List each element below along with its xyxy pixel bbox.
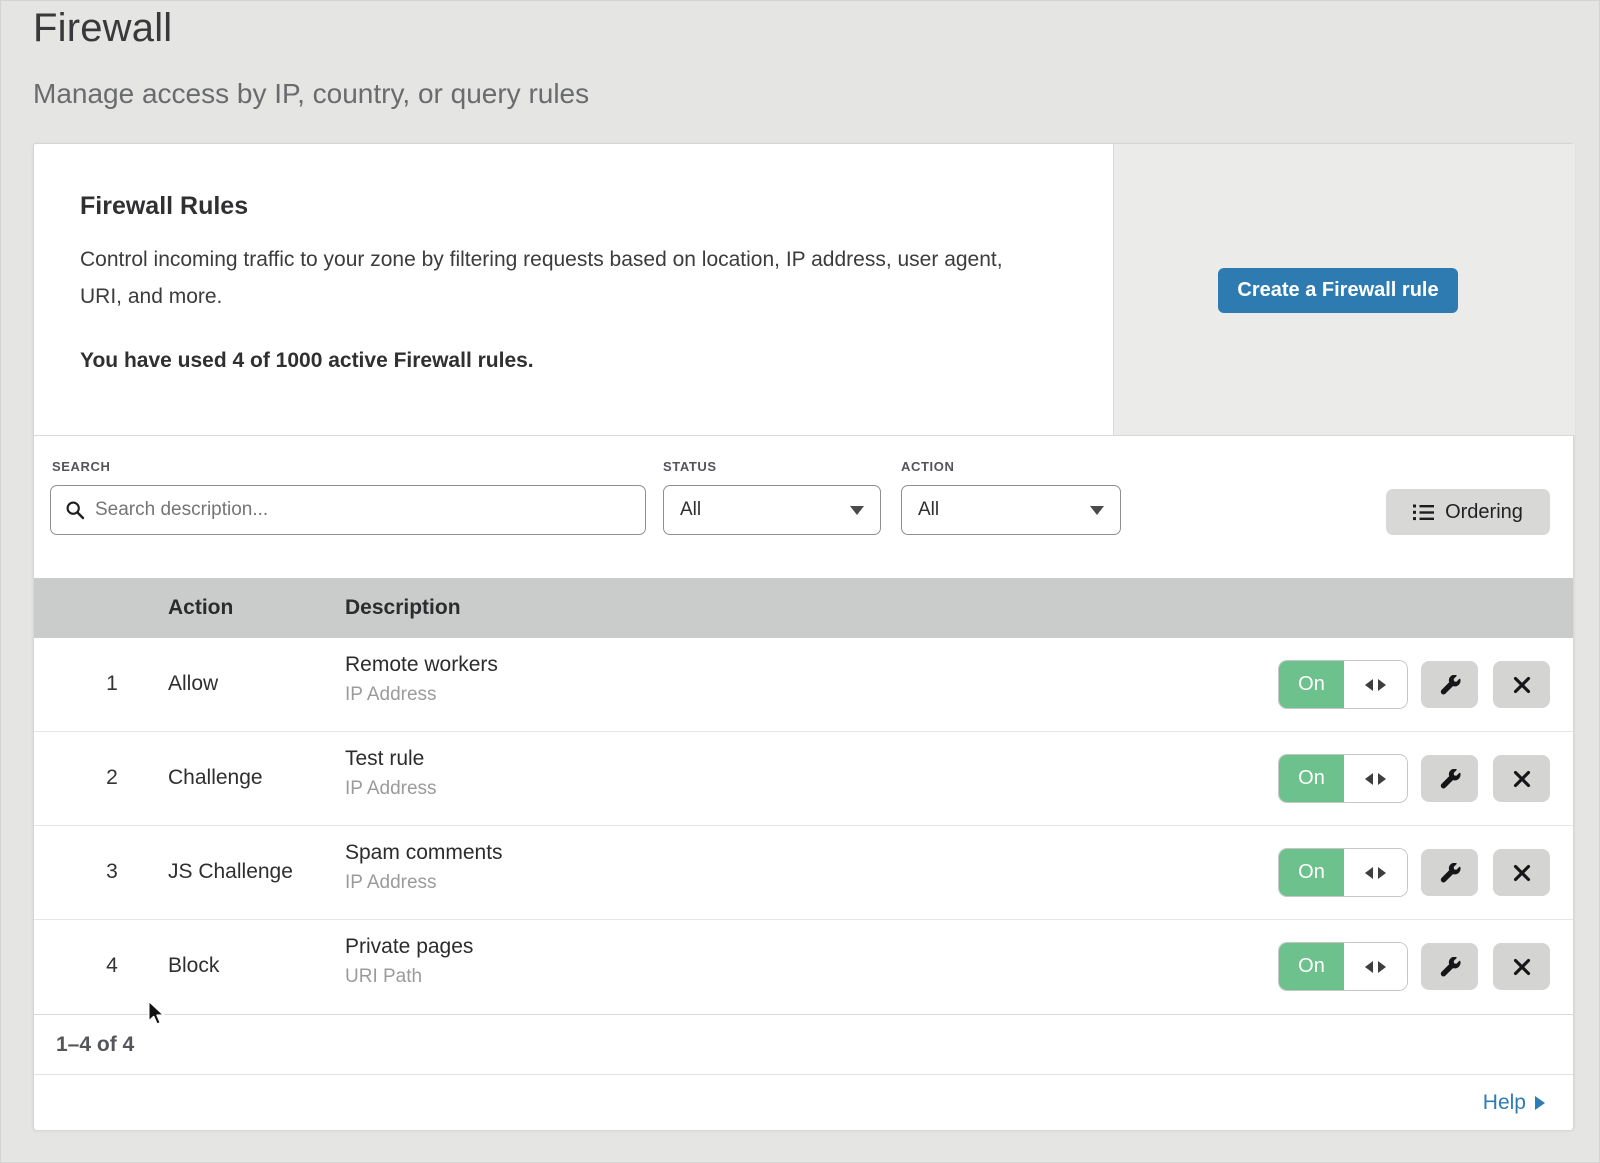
rule-description: Remote workers xyxy=(345,653,498,677)
edit-rule-button[interactable] xyxy=(1421,849,1478,896)
rule-description: Test rule xyxy=(345,747,437,771)
rule-description: Private pages xyxy=(345,935,473,959)
ordering-button[interactable]: Ordering xyxy=(1386,489,1550,535)
search-input[interactable] xyxy=(95,499,631,521)
rule-priority: 3 xyxy=(98,860,126,884)
action-label: ACTION xyxy=(901,459,954,474)
help-link-label: Help xyxy=(1483,1091,1526,1115)
arrow-left-icon xyxy=(1365,773,1373,785)
rule-description-cell: Private pages URI Path xyxy=(345,935,473,988)
firewall-page: Firewall Manage access by IP, country, o… xyxy=(0,0,1600,1163)
close-icon xyxy=(1513,770,1531,788)
search-icon xyxy=(65,500,85,520)
wrench-icon xyxy=(1439,957,1461,977)
firewall-rules-card: Firewall Rules Control incoming traffic … xyxy=(33,143,1574,1130)
edit-rule-button[interactable] xyxy=(1421,661,1478,708)
rule-priority: 4 xyxy=(98,954,126,978)
rule-enabled-toggle[interactable]: On xyxy=(1279,755,1407,802)
rule-enabled-toggle[interactable]: On xyxy=(1279,661,1407,708)
arrow-right-icon xyxy=(1378,867,1386,879)
arrow-left-icon xyxy=(1365,961,1373,973)
action-select-value: All xyxy=(918,499,939,521)
rule-description: Spam comments xyxy=(345,841,503,865)
rule-action: Block xyxy=(168,954,219,978)
rule-match-type: IP Address xyxy=(345,778,437,800)
list-icon xyxy=(1413,504,1434,521)
rule-action: Challenge xyxy=(168,766,263,790)
chevron-down-icon xyxy=(850,506,864,515)
pagination-row: 1–4 of 4 xyxy=(34,1014,1573,1074)
toggle-on-label: On xyxy=(1279,849,1344,896)
arrow-left-icon xyxy=(1365,679,1373,691)
help-link[interactable]: Help xyxy=(1483,1091,1545,1115)
rule-action: Allow xyxy=(168,672,218,696)
rules-table-body: 1 Allow Remote workers IP Address On 2 C… xyxy=(34,638,1573,1014)
rules-section-title: Firewall Rules xyxy=(80,192,248,221)
table-row: 1 Allow Remote workers IP Address On xyxy=(34,638,1573,732)
close-icon xyxy=(1513,676,1531,694)
toggle-on-label: On xyxy=(1279,755,1344,802)
edit-rule-button[interactable] xyxy=(1421,755,1478,802)
delete-rule-button[interactable] xyxy=(1493,849,1550,896)
action-select[interactable]: All xyxy=(901,485,1121,535)
rule-match-type: IP Address xyxy=(345,872,503,894)
toggle-handle[interactable] xyxy=(1344,943,1407,990)
delete-rule-button[interactable] xyxy=(1493,943,1550,990)
pagination-text: 1–4 of 4 xyxy=(56,1033,134,1057)
status-select-value: All xyxy=(680,499,701,521)
arrow-right-icon xyxy=(1378,961,1386,973)
rules-usage-text: You have used 4 of 1000 active Firewall … xyxy=(80,349,534,373)
toggle-on-label: On xyxy=(1279,943,1344,990)
table-row: 4 Block Private pages URI Path On xyxy=(34,920,1573,1014)
table-row: 3 JS Challenge Spam comments IP Address … xyxy=(34,826,1573,920)
arrow-right-icon xyxy=(1378,773,1386,785)
close-icon xyxy=(1513,864,1531,882)
rule-description-cell: Test rule IP Address xyxy=(345,747,437,800)
rule-enabled-toggle[interactable]: On xyxy=(1279,849,1407,896)
status-select[interactable]: All xyxy=(663,485,881,535)
delete-rule-button[interactable] xyxy=(1493,661,1550,708)
table-header: Action Description xyxy=(34,578,1573,638)
table-row: 2 Challenge Test rule IP Address On xyxy=(34,732,1573,826)
page-title: Firewall xyxy=(33,6,172,51)
rule-match-type: IP Address xyxy=(345,684,498,706)
rules-section-description: Control incoming traffic to your zone by… xyxy=(80,241,1030,315)
rule-description-cell: Spam comments IP Address xyxy=(345,841,503,894)
status-label: STATUS xyxy=(663,459,717,474)
search-label: SEARCH xyxy=(52,459,111,474)
wrench-icon xyxy=(1439,769,1461,789)
ordering-button-label: Ordering xyxy=(1445,501,1523,524)
close-icon xyxy=(1513,958,1531,976)
arrow-left-icon xyxy=(1365,867,1373,879)
rule-description-cell: Remote workers IP Address xyxy=(345,653,498,706)
toggle-handle[interactable] xyxy=(1344,849,1407,896)
arrow-right-icon xyxy=(1535,1096,1545,1110)
toggle-on-label: On xyxy=(1279,661,1344,708)
page-subtitle: Manage access by IP, country, or query r… xyxy=(33,78,589,110)
delete-rule-button[interactable] xyxy=(1493,755,1550,802)
search-box xyxy=(50,485,646,535)
toggle-handle[interactable] xyxy=(1344,661,1407,708)
rule-priority: 1 xyxy=(98,672,126,696)
edit-rule-button[interactable] xyxy=(1421,943,1478,990)
column-header-description: Description xyxy=(345,596,461,620)
create-firewall-rule-button[interactable]: Create a Firewall rule xyxy=(1218,268,1458,313)
rules-summary-section: Firewall Rules Control incoming traffic … xyxy=(34,144,1573,436)
help-row: Help xyxy=(34,1074,1573,1130)
chevron-down-icon xyxy=(1090,506,1104,515)
rule-match-type: URI Path xyxy=(345,966,473,988)
arrow-right-icon xyxy=(1378,679,1386,691)
rule-enabled-toggle[interactable]: On xyxy=(1279,943,1407,990)
toggle-handle[interactable] xyxy=(1344,755,1407,802)
filter-section: SEARCH STATUS ACTION All All xyxy=(34,437,1573,578)
wrench-icon xyxy=(1439,863,1461,883)
create-rule-panel: Create a Firewall rule xyxy=(1113,144,1575,435)
rule-priority: 2 xyxy=(98,766,126,790)
wrench-icon xyxy=(1439,675,1461,695)
rule-action: JS Challenge xyxy=(168,860,293,884)
column-header-action: Action xyxy=(168,596,233,620)
